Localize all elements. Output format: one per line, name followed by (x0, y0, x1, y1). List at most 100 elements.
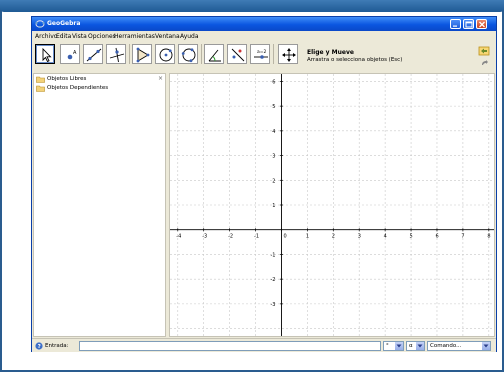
menu-bar: Archivo Edita Vista Opciones Herramienta… (32, 31, 496, 41)
x-tick-label: -1 (254, 234, 259, 240)
dropdown-arrow[interactable] (416, 342, 424, 350)
close-button[interactable] (476, 19, 487, 29)
move-view-tool-button[interactable] (278, 44, 298, 64)
x-tick-label: 1 (306, 234, 309, 240)
x-tick-label: -3 (202, 234, 207, 240)
line-tool-button[interactable] (83, 44, 103, 64)
coordinate-plane[interactable]: -4 -3 -2 -1 0 1 2 3 4 5 6 7 8 6 5 4 3 2 1 -1 -2 -3 (170, 74, 494, 336)
minimize-button[interactable] (450, 19, 461, 29)
slider-tool-button[interactable]: a=2 (250, 44, 270, 64)
window-title: GeoGebra (47, 20, 81, 27)
x-tick-label: -4 (176, 234, 181, 240)
circle-tool-button[interactable] (155, 44, 175, 64)
graphics-view[interactable]: -4 -3 -2 -1 0 1 2 3 4 5 6 7 8 6 5 4 3 2 1 -1 -2 -3 (169, 73, 495, 337)
symbol-combo-value: ° (386, 343, 389, 349)
point-tool-button[interactable]: A (60, 44, 80, 64)
y-tick-label: 6 (272, 79, 275, 85)
minimize-icon (453, 25, 457, 27)
x-tick-label: 5 (410, 234, 413, 240)
algebra-view: × Objetos Libres Objetos Dependientes (33, 73, 166, 337)
toolbar-divider (129, 44, 130, 64)
y-tick-label: 4 (272, 129, 275, 135)
line-through-two-points-icon (86, 48, 102, 62)
circle-center-point-icon (159, 48, 173, 62)
dropdown-arrow[interactable] (395, 342, 403, 350)
x-tick-label: 7 (461, 234, 464, 240)
tree-item-label: Objetos Dependientes (47, 85, 109, 91)
circle-three-points-tool-button[interactable] (178, 44, 198, 64)
x-tick-label: 3 (358, 234, 361, 240)
angle-icon (208, 49, 221, 62)
svg-text:?: ? (38, 344, 41, 350)
y-axis-tick-labels: 6 5 4 3 2 1 -1 -2 -3 (270, 79, 275, 307)
svg-text:a=2: a=2 (257, 49, 267, 55)
x-tick-label: 4 (384, 234, 387, 240)
svg-text:A: A (73, 50, 77, 56)
chevron-down-icon (483, 344, 489, 348)
title-bar[interactable]: GeoGebra (32, 17, 496, 31)
perpendicular-tool-button[interactable] (106, 44, 126, 64)
x-tick-label: 6 (435, 234, 438, 240)
geogebra-window: GeoGebra Archivo Edita Vista Opciones He… (31, 16, 497, 352)
maximize-icon (465, 21, 473, 28)
move-arrow-icon (42, 47, 52, 63)
menu-opciones[interactable]: Opciones (88, 33, 116, 40)
y-tick-label: -2 (270, 277, 275, 283)
toolbar: A a=2 Elige y Mueve Arrastra o seleccion… (32, 41, 496, 71)
menu-vista[interactable]: Vista (72, 33, 87, 40)
maximize-button[interactable] (463, 19, 474, 29)
move-view-icon (282, 48, 296, 62)
input-field[interactable] (79, 341, 381, 351)
command-combo-value: Comando... (430, 343, 462, 349)
page-header-bar (0, 0, 504, 12)
menu-herramientas[interactable]: Herramientas (114, 33, 155, 40)
move-tool-button[interactable] (35, 44, 55, 64)
dropdown-arrow[interactable] (482, 342, 490, 350)
folder-icon (36, 76, 45, 83)
new-point-icon: A (67, 50, 77, 60)
greek-combo-value: α (409, 343, 413, 349)
selected-tool-name: Elige y Mueve (307, 49, 354, 56)
circle-three-points-icon (181, 48, 196, 63)
y-tick-label: -3 (270, 302, 275, 308)
perpendicular-line-icon (109, 47, 125, 63)
polygon-tool-button[interactable] (132, 44, 152, 64)
y-tick-label: -1 (270, 252, 275, 258)
reflect-tool-button[interactable] (227, 44, 247, 64)
chevron-down-icon (417, 344, 423, 348)
x-tick-label: 2 (332, 234, 335, 240)
menu-archivo[interactable]: Archivo (35, 33, 57, 40)
x-tick-label: 0 (283, 234, 286, 240)
algebra-close-icon[interactable]: × (158, 75, 163, 82)
y-tick-label: 1 (272, 203, 275, 209)
slider-icon: a=2 (254, 49, 268, 59)
tree-item-label: Objetos Libres (47, 76, 87, 82)
reflect-icon (231, 48, 245, 62)
folder-icon (36, 85, 45, 92)
y-tick-label: 3 (272, 154, 275, 160)
geogebra-logo-icon (35, 19, 45, 29)
menu-edita[interactable]: Edita (56, 33, 71, 40)
greek-combo[interactable]: α (406, 341, 425, 351)
menu-ventana[interactable]: Ventana (155, 33, 180, 40)
input-bar: ? Entrada: ° α Comando... (32, 338, 496, 352)
x-tick-label: -2 (228, 234, 233, 240)
grid-lines (170, 74, 494, 336)
y-tick-label: 5 (272, 104, 275, 110)
x-axis-tick-labels: -4 -3 -2 -1 0 1 2 3 4 5 6 7 8 (176, 234, 490, 240)
redo-icon[interactable] (480, 59, 489, 67)
selected-tool-help: Arrastra o selecciona objetos (Esc) (307, 57, 403, 63)
close-icon (479, 21, 485, 28)
toolbar-divider (201, 44, 202, 64)
input-label: Entrada: (45, 343, 69, 349)
menu-ayuda[interactable]: Ayuda (180, 33, 199, 40)
x-tick-label: 8 (487, 234, 490, 240)
help-icon[interactable]: ? (35, 342, 43, 350)
angle-tool-button[interactable] (204, 44, 224, 64)
y-tick-label: 2 (272, 178, 275, 184)
polygon-icon (136, 47, 150, 63)
undo-icon[interactable] (478, 46, 490, 56)
command-combo[interactable]: Comando... (427, 341, 491, 351)
symbol-combo[interactable]: ° (383, 341, 404, 351)
chevron-down-icon (396, 344, 402, 348)
